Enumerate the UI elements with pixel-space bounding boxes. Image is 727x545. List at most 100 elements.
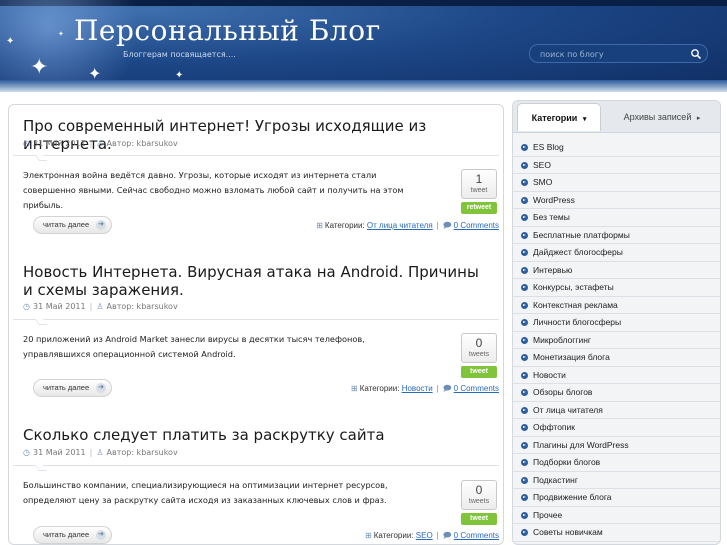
star-icon: ✦	[6, 36, 15, 47]
post-date: 31 Май 2011	[32, 448, 86, 457]
sidebar-category-item[interactable]: SEO	[513, 157, 720, 174]
category-link[interactable]: От лица читателя	[367, 221, 433, 230]
arrow-right-icon: ➔	[96, 383, 106, 393]
sidebar-category-item[interactable]: Прочее	[513, 507, 720, 524]
sidebar-category-label: WordPress	[533, 194, 575, 205]
search-box[interactable]	[529, 44, 708, 63]
sidebar-category-item[interactable]: Оффтопик	[513, 419, 720, 437]
post-title[interactable]: Сколько следует платить за раскрутку сай…	[23, 426, 493, 444]
sidebar-tabs: Категории ▾ Архивы записей ▸	[513, 101, 720, 133]
bullet-arrow-icon	[521, 319, 528, 326]
arrow-right-icon: ➔	[96, 220, 106, 230]
site-header: ✦ ✦ ✦ ✦ ✦ Персональный Блог Блоггерам по…	[0, 0, 727, 92]
sidebar-category-item[interactable]: Новости	[513, 367, 720, 384]
sidebar-category-label: Микроблоггинг	[533, 334, 592, 345]
sidebar-category-label: SEO	[533, 159, 551, 170]
bullet-arrow-icon	[521, 196, 528, 204]
sidebar-category-label: Продвижение блога	[533, 492, 612, 502]
post-meta: ◷ 31 Май 2011 | ♙ Автор: kbarsukov	[23, 448, 178, 457]
bullet-arrow-icon	[521, 284, 528, 291]
comments-link[interactable]: 0 Comments	[454, 531, 499, 540]
sidebar-category-label: Без темы	[533, 212, 570, 222]
post-excerpt: 20 приложений из Android Market занесли …	[23, 334, 365, 359]
star-icon: ✦	[30, 55, 49, 80]
sidebar-category-item[interactable]: Монетизация блога	[513, 349, 720, 367]
bullet-arrow-icon	[521, 389, 528, 396]
bullet-arrow-icon	[521, 354, 528, 361]
post-date: 31 Май 2011	[32, 139, 86, 148]
bullet-arrow-icon	[521, 511, 528, 519]
sidebar-category-label: Дайджест блогосферы	[533, 247, 623, 257]
sidebar-category-item[interactable]: Подборки блогов	[513, 454, 720, 472]
search-icon[interactable]	[690, 48, 702, 60]
user-icon: ♙	[96, 139, 104, 148]
read-more-button[interactable]: читать далее ➔	[33, 379, 112, 397]
sidebar-category-label: От лица читателя	[533, 404, 603, 415]
tweet-count-label: tweets	[468, 498, 490, 505]
site-title[interactable]: Персональный Блог	[74, 14, 381, 47]
post-footer: ⊞ Категории: Новости | 🗩 0 Comments	[351, 384, 499, 393]
sidebar-category-label: ES Blog	[533, 142, 564, 152]
sidebar-category-item[interactable]: Обзоры блогов	[513, 384, 720, 402]
comments-link[interactable]: 0 Comments	[454, 384, 499, 393]
retweet-button[interactable]: retweet	[461, 202, 497, 214]
bullet-arrow-icon	[521, 179, 528, 186]
sidebar-category-item[interactable]: Плагины для WordPress	[513, 437, 720, 454]
tab-archives[interactable]: Архивы записей ▸	[609, 103, 715, 131]
sidebar-category-item[interactable]: Конкурсы, эстафеты	[513, 279, 720, 297]
sidebar-category-item[interactable]: SMO	[513, 174, 720, 192]
post-author: Автор: kbarsukov	[106, 139, 178, 148]
sidebar-category-label: Конкурсы, эстафеты	[533, 282, 614, 292]
bullet-arrow-icon	[521, 459, 528, 466]
post-title[interactable]: Новость Интернета. Вирусная атака на And…	[23, 263, 493, 299]
read-more-label: читать далее	[43, 530, 90, 539]
post-author: Автор: kbarsukov	[106, 302, 178, 311]
sidebar-category-item[interactable]: От лица читателя	[513, 402, 720, 419]
sidebar-category-item[interactable]: Бесплатные платформы	[513, 227, 720, 244]
tweet-widget: 0 tweets tweet	[461, 480, 497, 525]
search-input[interactable]	[540, 47, 688, 61]
sidebar-category-item[interactable]: Без темы	[513, 209, 720, 227]
sidebar-category-item[interactable]: Подкастинг	[513, 472, 720, 489]
sidebar-category-label: Бесплатные платформы	[533, 229, 630, 240]
sidebar-category-label: Подборки блогов	[533, 457, 601, 467]
read-more-button[interactable]: читать далее ➔	[33, 216, 112, 234]
sidebar-category-item[interactable]: Продвижение блога	[513, 489, 720, 507]
bullet-arrow-icon	[521, 231, 528, 239]
caret-right-icon: ▸	[696, 115, 701, 122]
tab-categories[interactable]: Категории ▾	[517, 103, 601, 131]
header-bottom-band	[0, 80, 727, 92]
post-footer: ⊞ Категории: SEO | 🗩 0 Comments	[365, 531, 499, 540]
tweet-button[interactable]: tweet	[461, 513, 497, 525]
tweet-counter: 0 tweets	[461, 480, 497, 510]
post-date: 31 Май 2011	[32, 302, 86, 311]
categories-label: Категории:	[373, 531, 414, 540]
comments-link[interactable]: 0 Comments	[454, 221, 499, 230]
categories-label: Категории:	[359, 384, 400, 393]
bullet-arrow-icon	[521, 371, 528, 379]
comment-icon: 🗩	[442, 221, 452, 230]
folder-icon: ⊞	[316, 221, 323, 230]
post-excerpt: Большинство компании, специализирующиеся…	[23, 480, 388, 505]
user-icon: ♙	[96, 448, 104, 457]
sidebar-category-item[interactable]: WordPress	[513, 192, 720, 209]
clock-icon: ◷	[23, 448, 30, 457]
category-link[interactable]: Новости	[402, 384, 433, 393]
sidebar-category-item[interactable]: Дайджест блогосферы	[513, 244, 720, 262]
sidebar-category-item[interactable]: Контекстная реклама	[513, 297, 720, 314]
sidebar-category-label: Обзоры блогов	[533, 387, 593, 397]
sidebar-category-item[interactable]: Личности блогосферы	[513, 314, 720, 332]
post-divider	[13, 155, 499, 161]
comment-icon: 🗩	[442, 531, 452, 540]
read-more-button[interactable]: читать далее ➔	[33, 526, 112, 544]
read-more-label: читать далее	[43, 383, 90, 392]
site-tagline: Блоггерам посвящается....	[123, 50, 236, 59]
tweet-button[interactable]: tweet	[461, 366, 497, 378]
post-excerpt: Электронная война ведётся давно. Угрозы,…	[23, 170, 404, 210]
sidebar-category-item[interactable]: Микроблоггинг	[513, 332, 720, 349]
sidebar-category-item[interactable]: Советы новичкам	[513, 524, 720, 542]
category-link[interactable]: SEO	[416, 531, 433, 540]
sidebar-category-item[interactable]: ES Blog	[513, 139, 720, 157]
sidebar-category-item[interactable]: Интервью	[513, 262, 720, 279]
tweet-counter: 1 tweet	[461, 169, 497, 199]
